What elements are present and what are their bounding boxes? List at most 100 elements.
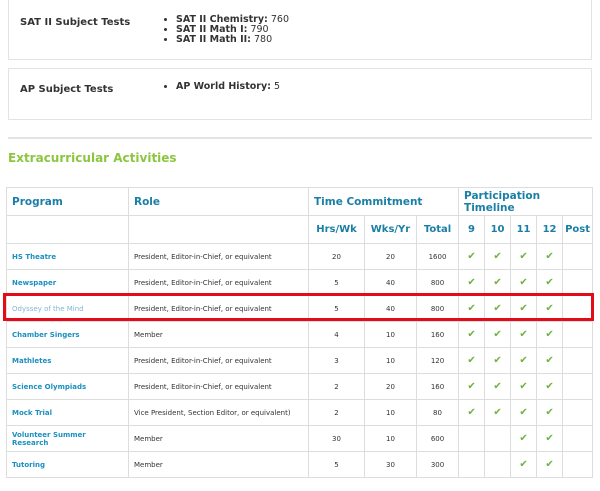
role-cell: Member xyxy=(128,451,309,478)
timeline-cell-g11: ✔ xyxy=(510,295,538,322)
timeline-cell-g9: ✔ xyxy=(458,243,486,270)
role-cell: President, Editor-in-Chief, or equivalen… xyxy=(128,295,309,322)
timeline-cell-g11: ✔ xyxy=(510,425,538,452)
timeline-cell-g10: ✔ xyxy=(484,295,512,322)
hrs-wk-cell: 2 xyxy=(308,399,365,426)
timeline-cell-g12: ✔ xyxy=(536,399,564,426)
total-cell: 800 xyxy=(415,295,460,322)
program-link[interactable]: Science Olympiads xyxy=(6,373,129,400)
ap-tests-panel: AP Subject Tests AP World History: 5 xyxy=(8,68,592,120)
hrs-wk-cell: 3 xyxy=(308,347,365,374)
timeline-cell-g12: ✔ xyxy=(536,269,564,296)
program-link[interactable]: Mathletes xyxy=(6,347,129,374)
checkmark-icon: ✔ xyxy=(519,433,528,444)
timeline-cell-g9: ✔ xyxy=(458,399,486,426)
hrs-wk-cell: 30 xyxy=(308,425,365,452)
total-cell: 160 xyxy=(415,321,460,348)
timeline-cell-g10: ✔ xyxy=(484,347,512,374)
checkmark-icon: ✔ xyxy=(467,355,476,366)
hrs-wk-cell: 5 xyxy=(308,269,365,296)
role-cell: President, Editor-in-Chief, or equivalen… xyxy=(128,269,309,296)
hrs-wk-cell: 4 xyxy=(308,321,365,348)
timeline-cell-g11: ✔ xyxy=(510,321,538,348)
table-row: Odyssey of the Mind President, Editor-in-… xyxy=(6,295,594,322)
total-cell: 120 xyxy=(415,347,460,374)
total-cell: 1600 xyxy=(415,243,460,270)
timeline-cell-g11: ✔ xyxy=(510,451,538,478)
checkmark-icon: ✔ xyxy=(493,277,502,288)
checkmark-icon: ✔ xyxy=(545,355,554,366)
timeline-cell-g10 xyxy=(484,425,512,452)
header-participation-timeline: Participation Timeline xyxy=(458,187,594,216)
hrs-wk-cell: 5 xyxy=(308,451,365,478)
table-row: Science Olympiads President, Editor-in-Ch… xyxy=(6,373,594,400)
header-hrs-wk: Hrs/Wk xyxy=(308,215,365,244)
wks-yr-cell: 10 xyxy=(364,347,417,374)
table-header-row: Program Role Time Commitment Participati… xyxy=(6,187,594,216)
wks-yr-cell: 30 xyxy=(364,451,417,478)
timeline-cell-g12: ✔ xyxy=(536,295,564,322)
program-link[interactable]: Tutoring xyxy=(6,451,129,478)
wks-yr-cell: 10 xyxy=(364,321,417,348)
list-item: AP World History: 5 xyxy=(176,82,280,92)
checkmark-icon: ✔ xyxy=(545,459,554,470)
timeline-cell-g10: ✔ xyxy=(484,399,512,426)
ap-tests-label: AP Subject Tests xyxy=(20,84,114,95)
timeline-cell-post xyxy=(562,321,594,348)
table-subheader-row: Hrs/Wk Wks/Yr Total 9 10 11 12 Post xyxy=(6,215,594,244)
header-grade-11: 11 xyxy=(510,215,538,244)
timeline-cell-post xyxy=(562,373,594,400)
checkmark-icon: ✔ xyxy=(493,407,502,418)
checkmark-icon: ✔ xyxy=(493,355,502,366)
hrs-wk-cell: 2 xyxy=(308,373,365,400)
section-divider xyxy=(8,137,592,139)
timeline-cell-g9 xyxy=(458,451,486,478)
timeline-cell-g11: ✔ xyxy=(510,243,538,270)
hrs-wk-cell: 5 xyxy=(308,295,365,322)
checkmark-icon: ✔ xyxy=(519,381,528,392)
program-link[interactable]: Mock Trial xyxy=(6,399,129,426)
checkmark-icon: ✔ xyxy=(545,329,554,340)
table-row: Newspaper President, Editor-in-Chief, or … xyxy=(6,269,594,296)
program-link[interactable]: HS Theatre xyxy=(6,243,129,270)
timeline-cell-post xyxy=(562,269,594,296)
program-link[interactable]: Odyssey of the Mind xyxy=(6,295,129,322)
header-post: Post xyxy=(562,215,594,244)
table-row: Tutoring Member 5 30 300 ✔ ✔ xyxy=(6,451,594,478)
checkmark-icon: ✔ xyxy=(467,381,476,392)
timeline-cell-g10: ✔ xyxy=(484,321,512,348)
header-grade-9: 9 xyxy=(458,215,486,244)
timeline-cell-g12: ✔ xyxy=(536,451,564,478)
table-row: Volunteer Summer Research Member 30 10 600 ✔ ✔ xyxy=(6,425,594,452)
program-link[interactable]: Volunteer Summer Research xyxy=(6,425,129,452)
header-program: Program xyxy=(6,187,129,216)
checkmark-icon: ✔ xyxy=(493,251,502,262)
timeline-cell-g9: ✔ xyxy=(458,373,486,400)
timeline-cell-post xyxy=(562,399,594,426)
extracurricular-table-body: HS Theatre President, Editor-in-Chief, or… xyxy=(6,243,594,478)
total-cell: 80 xyxy=(415,399,460,426)
timeline-cell-g9: ✔ xyxy=(458,347,486,374)
timeline-cell-g9: ✔ xyxy=(458,295,486,322)
timeline-cell-post xyxy=(562,295,594,322)
timeline-cell-g10 xyxy=(484,451,512,478)
timeline-cell-g12: ✔ xyxy=(536,321,564,348)
header-grade-12: 12 xyxy=(536,215,564,244)
program-link[interactable]: Chamber Singers xyxy=(6,321,129,348)
timeline-cell-g10: ✔ xyxy=(484,243,512,270)
checkmark-icon: ✔ xyxy=(519,407,528,418)
sat2-tests-list: SAT II Chemistry: 760 SAT II Math I: 790… xyxy=(166,15,289,45)
checkmark-icon: ✔ xyxy=(467,329,476,340)
role-cell: President, Editor-in-Chief, or equivalen… xyxy=(128,243,309,270)
header-empty xyxy=(128,215,309,244)
checkmark-icon: ✔ xyxy=(519,303,528,314)
program-link[interactable]: Newspaper xyxy=(6,269,129,296)
sat2-tests-label: SAT II Subject Tests xyxy=(20,17,131,28)
timeline-cell-post xyxy=(562,243,594,270)
header-wks-yr: Wks/Yr xyxy=(364,215,417,244)
checkmark-icon: ✔ xyxy=(519,459,528,470)
timeline-cell-g10: ✔ xyxy=(484,373,512,400)
total-cell: 600 xyxy=(415,425,460,452)
checkmark-icon: ✔ xyxy=(467,407,476,418)
table-row: Mathletes President, Editor-in-Chief, or … xyxy=(6,347,594,374)
